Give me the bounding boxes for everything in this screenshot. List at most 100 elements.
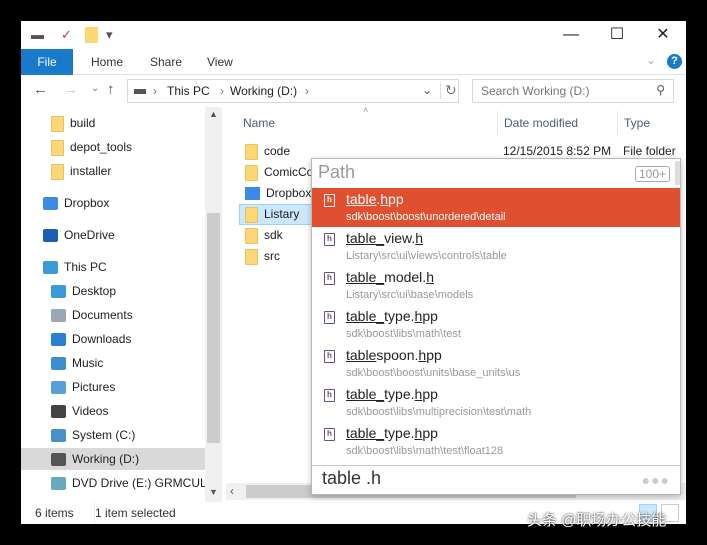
- file-name: Dropbox: [266, 186, 312, 200]
- result-name: table_type.hpp: [346, 308, 438, 324]
- nav-item[interactable]: build: [21, 112, 205, 134]
- folder-icon: [245, 248, 258, 265]
- refresh-button[interactable]: ↻: [440, 82, 457, 99]
- name-segment: view.: [384, 230, 416, 246]
- onedrive-icon: [43, 229, 58, 243]
- close-button[interactable]: ✕: [640, 24, 686, 46]
- tab-view[interactable]: View: [193, 49, 247, 75]
- popup-title: Path: [318, 162, 356, 182]
- nav-item[interactable]: Desktop: [21, 280, 205, 302]
- drive-icon: [134, 89, 146, 94]
- music-icon: [51, 357, 66, 371]
- name-segment: type.: [384, 386, 415, 402]
- result-name: table_model.h: [346, 269, 434, 285]
- column-header-name[interactable]: Name: [243, 111, 275, 135]
- file-explorer-window: ▬ ✓ ▾ — ☐ ✕ File Home Share View ⌄ ? ← →…: [21, 21, 686, 524]
- nav-item[interactable]: Dropbox: [21, 192, 205, 214]
- nav-item[interactable]: Music: [21, 352, 205, 374]
- result-item[interactable]: h table_view.h Listary\src\ui\views\contro…: [312, 227, 680, 266]
- recent-locations-button[interactable]: ⌄: [91, 83, 99, 94]
- folder-icon: [245, 206, 258, 223]
- nav-item[interactable]: Pictures: [21, 376, 205, 398]
- breadcrumb-working-d[interactable]: Working (D:): [230, 84, 297, 98]
- tab-home[interactable]: Home: [77, 49, 137, 75]
- address-bar[interactable]: › This PC › Working (D:) › ⌄ ↻: [127, 79, 459, 103]
- result-item[interactable]: h table.hpp sdk\boost\boost\unordered\deta…: [312, 188, 680, 227]
- file-name: src: [264, 249, 280, 263]
- match-segment: h: [426, 269, 434, 285]
- folder-icon: [245, 227, 258, 244]
- search-query-text: table .h: [322, 468, 382, 488]
- maximize-button[interactable]: ☐: [594, 24, 640, 46]
- popup-scrollbar[interactable]: [675, 161, 680, 185]
- forward-button[interactable]: →: [63, 81, 78, 98]
- back-button[interactable]: ←: [33, 81, 48, 98]
- nav-item-label: Videos: [72, 404, 109, 418]
- nav-item[interactable]: depot_tools: [21, 136, 205, 158]
- result-name: table_type.hpp: [346, 386, 438, 402]
- result-name: tablespoon.hpp: [346, 347, 442, 363]
- name-segment: pp: [388, 191, 404, 207]
- videos-icon: [51, 405, 66, 419]
- nav-item[interactable]: Videos: [21, 400, 205, 422]
- nav-item-label: Music: [72, 356, 104, 370]
- tab-file[interactable]: File: [21, 49, 73, 75]
- nav-item-label: Dropbox: [64, 196, 110, 210]
- nav-scrollbar-thumb[interactable]: [207, 213, 220, 443]
- expand-ribbon-icon[interactable]: ⌄: [646, 53, 656, 67]
- nav-item-label: build: [70, 116, 96, 130]
- search-query-input[interactable]: table .h ●●●: [312, 465, 680, 494]
- nav-item[interactable]: DVD Drive (E:) GRMCULX: [21, 472, 215, 494]
- ribbon: File Home Share View ⌄ ?: [21, 49, 686, 75]
- name-segment: spoon.: [376, 347, 419, 363]
- nav-item[interactable]: installer: [21, 160, 205, 182]
- properties-icon[interactable]: ✓: [61, 27, 72, 43]
- result-count-badge: 100+: [634, 166, 670, 182]
- header-file-icon: h: [324, 311, 335, 324]
- column-header-date[interactable]: Date modified: [497, 111, 578, 135]
- downloads-icon: [51, 333, 66, 347]
- result-name: table_type.hpp: [346, 425, 438, 441]
- watermark: 头条 @职场办公技能: [527, 512, 667, 529]
- folder-icon: [245, 143, 258, 160]
- match-segment: table_: [346, 308, 385, 324]
- name-segment: pp: [422, 308, 438, 324]
- result-path: Listary\src\ui\views\controls\table: [346, 250, 507, 262]
- new-folder-icon[interactable]: [85, 27, 98, 43]
- tab-share[interactable]: Share: [136, 49, 196, 75]
- nav-item[interactable]: System (C:): [21, 424, 205, 446]
- computer-icon: [43, 261, 58, 275]
- documents-icon: [51, 309, 66, 323]
- more-options-icon[interactable]: ●●●: [642, 472, 670, 488]
- help-icon[interactable]: ?: [667, 54, 682, 69]
- match-segment: table_: [346, 425, 385, 441]
- match-segment: table_: [346, 269, 385, 285]
- customize-quick-access-icon[interactable]: ▾: [106, 27, 113, 43]
- result-item[interactable]: h table_model.h Listary\src\ui\base\models: [312, 266, 680, 305]
- search-placeholder: Search Working (D:): [481, 84, 590, 98]
- name-segment: model.: [384, 269, 427, 285]
- result-item[interactable]: h table_type.hpp sdk\boost\libs\math\test: [312, 305, 680, 344]
- search-input[interactable]: Search Working (D:) ⚲: [472, 79, 674, 103]
- nav-item[interactable]: Downloads: [21, 328, 205, 350]
- nav-item[interactable]: Documents: [21, 304, 205, 326]
- file-name: Listary: [264, 207, 300, 221]
- nav-item-label: This PC: [64, 260, 107, 274]
- breadcrumb-this-pc[interactable]: This PC: [167, 84, 210, 98]
- column-header-type[interactable]: Type: [617, 111, 650, 135]
- breadcrumb-separator: ›: [220, 84, 224, 98]
- breadcrumb-separator: ›: [305, 84, 309, 98]
- nav-item[interactable]: This PC: [21, 256, 205, 278]
- result-item[interactable]: h table_type.hpp sdk\boost\libs\multipreci…: [312, 383, 680, 422]
- nav-item[interactable]: Working (D:): [21, 448, 205, 470]
- result-item[interactable]: h tablespoon.hpp sdk\boost\boost\units\bas…: [312, 344, 680, 383]
- minimize-button[interactable]: —: [548, 24, 594, 46]
- title-bar: ▬ ✓ ▾ — ☐ ✕: [21, 21, 686, 49]
- nav-item[interactable]: OneDrive: [21, 224, 205, 246]
- result-item[interactable]: h table_type.hpp sdk\boost\libs\math\test\…: [312, 422, 680, 461]
- match-segment: table_: [346, 230, 385, 246]
- up-button[interactable]: ↑: [107, 81, 115, 98]
- navigation-pane: build depot_tools installer Dropbox OneDrive…: [21, 107, 222, 502]
- address-dropdown-icon[interactable]: ⌄: [422, 83, 432, 97]
- result-name: table.hpp: [346, 191, 404, 207]
